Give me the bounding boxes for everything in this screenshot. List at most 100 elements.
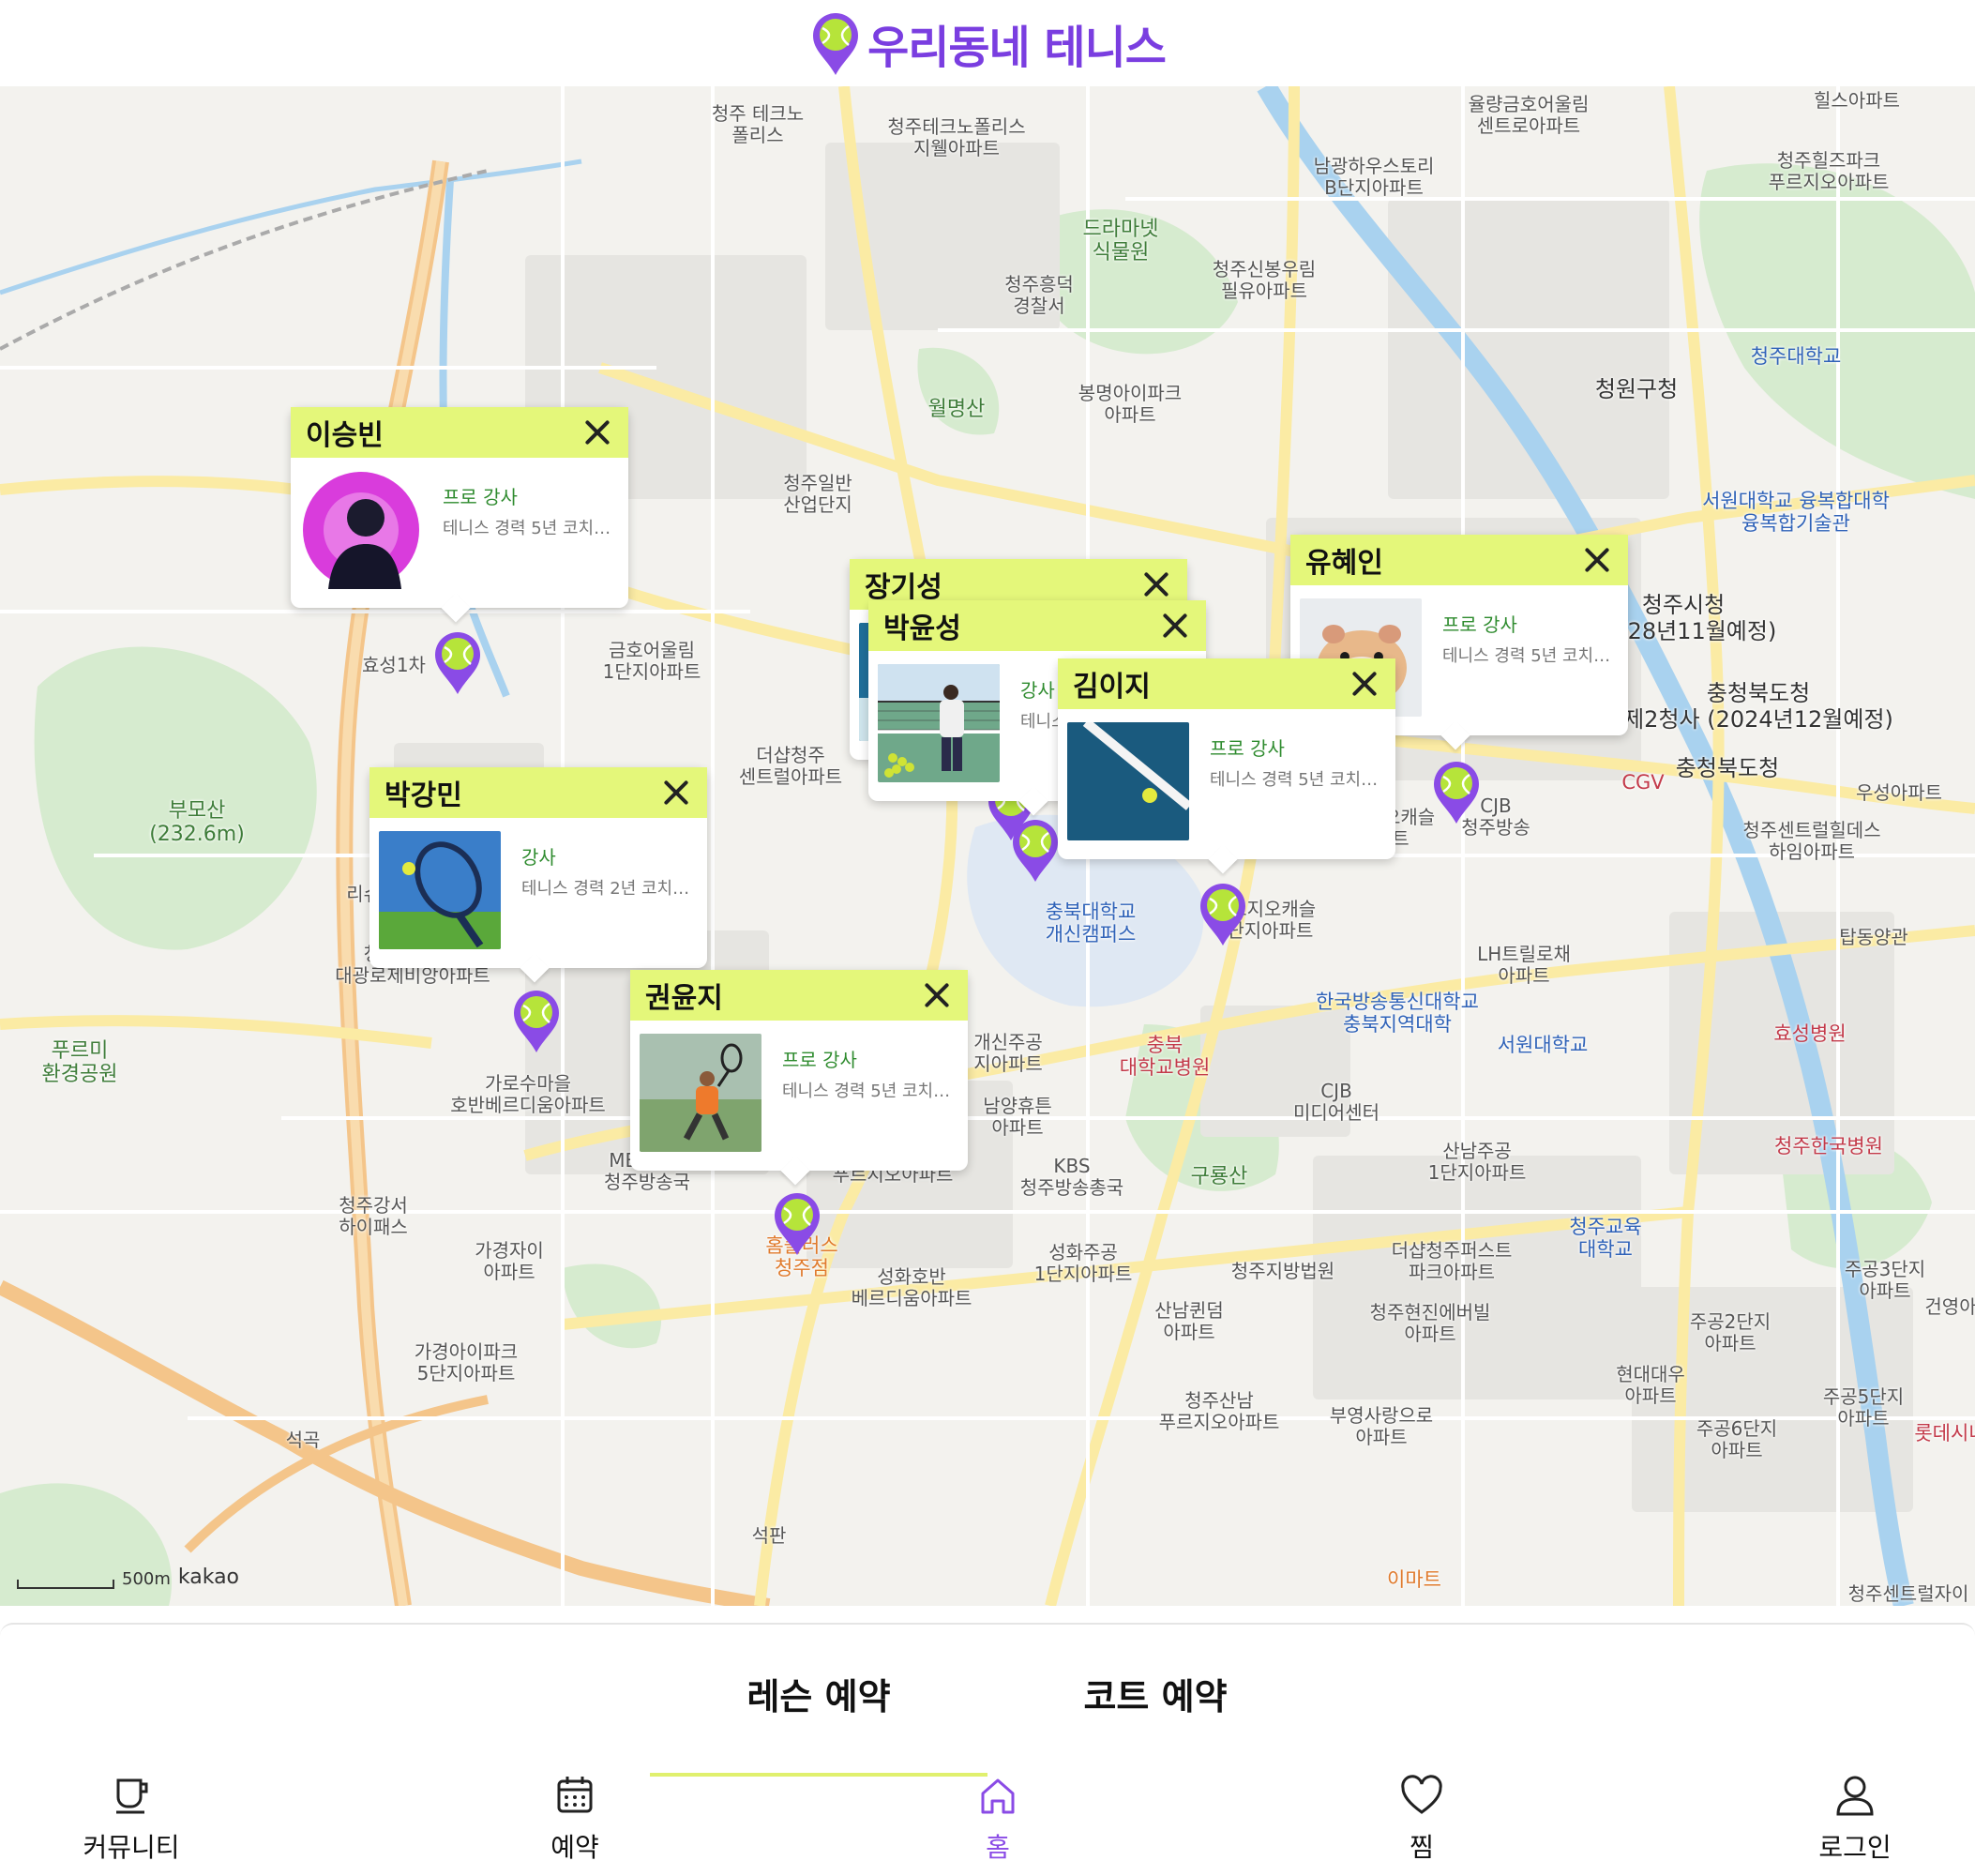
coach-role: 프로 강사: [782, 1049, 857, 1071]
coach-role: 프로 강사: [1210, 737, 1285, 760]
map-place-label: 서원대학교: [1497, 1034, 1589, 1056]
bottom-nav: 커뮤니티 예약 홈 찜 로그인: [0, 1773, 1975, 1876]
map-place-label: 부모산 (232.6m): [149, 799, 245, 847]
map-place-label: 탑동양관: [1839, 926, 1908, 948]
map-place-label: 율량금호어울림 센트로아파트: [1468, 93, 1590, 137]
coach-popup-lee[interactable]: 이승빈프로 강사테니스 경력 5년 코치의...: [291, 407, 628, 623]
coach-info: 프로 강사테니스 경력 5년 코치의...: [443, 471, 621, 539]
map-place-label: 주공6단지 아파트: [1696, 1417, 1778, 1461]
coach-name: 박강민: [384, 779, 462, 812]
coach-description: 테니스 경력 5년 코치의...: [443, 519, 621, 538]
coach-photo: [1067, 722, 1189, 840]
coach-popup-kwon[interactable]: 권윤지프로 강사테니스 경력 5년 코치의...: [630, 970, 968, 1186]
map-place-label: 청원구청: [1594, 376, 1679, 402]
map-provider: kakao: [177, 1566, 240, 1589]
map-place-label: 남광하우스토리 B단지아파트: [1313, 155, 1435, 199]
app-title: 우리동네 테니스: [867, 22, 1167, 74]
coach-photo: [640, 1034, 761, 1152]
map-place-label: 충북 대학교병원: [1119, 1034, 1211, 1080]
map-place-label: 청주흥덕 경찰서: [1004, 273, 1074, 317]
tennis-pin-icon[interactable]: [1009, 816, 1062, 884]
nav-booking-label: 예약: [550, 1832, 599, 1863]
map-place-label: 청주한국병원: [1774, 1135, 1883, 1157]
nav-community-label: 커뮤니티: [83, 1832, 180, 1863]
map-place-label: 금호어울림 1단지아파트: [602, 639, 701, 683]
map-place-label: 가경자이 아파트: [475, 1239, 544, 1283]
booking-tabs: 레슨 예약 코트 예약: [0, 1662, 1975, 1777]
map-place-label: 한국방송통신대학교 충북지역대학: [1316, 991, 1479, 1036]
nav-home[interactable]: 홈: [913, 1773, 1082, 1865]
close-icon[interactable]: [580, 415, 615, 450]
coach-description: 테니스 경력 2년 코치의...: [521, 879, 700, 899]
map-place-label: 산남주공 1단지아파트: [1427, 1140, 1527, 1184]
coach-name: 권윤지: [645, 982, 723, 1015]
bottom-panel: 레슨 예약 코트 예약 커뮤니티 예약 홈 찜 로그인: [0, 1623, 1975, 1874]
close-icon[interactable]: [1347, 666, 1382, 702]
map-place-label: KBS 청주방송총국: [1019, 1155, 1124, 1199]
close-icon[interactable]: [1579, 542, 1615, 578]
coach-role: 프로 강사: [443, 486, 518, 508]
map-place-label: 청주신봉우림 필유아파트: [1212, 258, 1317, 302]
close-icon[interactable]: [1157, 608, 1193, 643]
map-place-label: 힐스아파트: [1814, 89, 1900, 112]
map-place-label: 석판: [751, 1524, 787, 1547]
map-place-label: 서원대학교 융복합대학 융복합기술관: [1702, 490, 1890, 536]
nav-favorites[interactable]: 찜: [1337, 1773, 1506, 1865]
coach-popup-park-kang[interactable]: 박강민 강사 테니스 경력 2년 코치의...: [369, 767, 707, 983]
coach-popup-kim[interactable]: 김이지프로 강사테니스 경력 5년 코치의...: [1058, 658, 1395, 874]
nav-login-label: 로그인: [1818, 1832, 1892, 1863]
map-place-label: 월명산: [927, 398, 986, 421]
map-scale: 500m kakao: [17, 1566, 239, 1589]
map-place-label: 현대대우 아파트: [1616, 1363, 1685, 1407]
nav-community[interactable]: 커뮤니티: [47, 1773, 216, 1865]
close-icon[interactable]: [1138, 567, 1174, 602]
map-place-label: CJB 미디어센터: [1293, 1080, 1379, 1124]
coach-photo: [379, 831, 501, 949]
popup-header: 박윤성: [868, 600, 1206, 651]
map-place-label: 부영사랑으로 아파트: [1329, 1404, 1434, 1448]
coach-name: 박윤성: [883, 613, 961, 645]
popup-header: 이승빈: [291, 407, 628, 458]
map-place-label: 성화주공 1단지아파트: [1033, 1241, 1133, 1285]
popup-header: 권윤지: [630, 970, 968, 1021]
map-place-label: 남양휴튼 아파트: [983, 1095, 1052, 1139]
close-icon[interactable]: [919, 977, 955, 1013]
map-place-label: 충청북도청: [1675, 755, 1780, 781]
coach-name: 김이지: [1073, 671, 1151, 704]
map-place-label: 효성병원: [1773, 1022, 1847, 1045]
map-place-label: 청주지방법원: [1230, 1260, 1335, 1282]
app-logo[interactable]: 우리동네 테니스: [809, 9, 1167, 77]
map-place-label: 청주강서 하이패스: [339, 1194, 408, 1238]
coach-role: 프로 강사: [1442, 613, 1517, 636]
tab-court-booking[interactable]: 코트 예약: [987, 1662, 1324, 1719]
map-place-label: 청주센트럴자이: [1847, 1582, 1969, 1605]
coach-info: 프로 강사테니스 경력 5년 코치의...: [782, 1034, 960, 1102]
map-place-label: 봉명아이파크 아파트: [1078, 382, 1183, 426]
coach-name: 이승빈: [306, 419, 384, 452]
tennis-pin-icon[interactable]: [1197, 880, 1249, 947]
map-place-label: 청주 테크노 폴리스: [711, 102, 805, 146]
coach-description: 테니스 경력 5년 코치의...: [1210, 770, 1388, 790]
close-icon[interactable]: [658, 775, 694, 810]
popup-body: 프로 강사테니스 경력 5년 코치의...: [630, 1021, 968, 1171]
map-place-label: 청주힐즈파크 푸르지오아파트: [1768, 149, 1890, 193]
map-view[interactable]: 청주 테크노 폴리스 청주테크노폴리스 지웰아파트 율량금호어울림 센트로아파트 힐스아파트…: [0, 86, 1975, 1606]
map-place-label: 석곡: [285, 1429, 321, 1451]
nav-booking[interactable]: 예약: [490, 1773, 659, 1865]
coach-description: 테니스 경력 5년 코치의...: [782, 1082, 960, 1101]
tennis-pin-icon[interactable]: [771, 1189, 823, 1257]
popup-body: 프로 강사테니스 경력 5년 코치의...: [1058, 709, 1395, 859]
coach-info: 프로 강사테니스 경력 5년 코치의...: [1210, 722, 1388, 791]
tab-lesson-booking[interactable]: 레슨 예약: [650, 1662, 988, 1719]
tennis-pin-icon[interactable]: [510, 987, 563, 1054]
map-place-label: 청주현진에버빌 아파트: [1369, 1301, 1491, 1345]
tennis-pin-icon[interactable]: [431, 628, 484, 696]
nav-login[interactable]: 로그인: [1771, 1773, 1939, 1865]
map-place-label: 가로수마을 호반베르디움아파트: [450, 1072, 606, 1116]
map-place-label: 개신주공 지아파트: [973, 1031, 1043, 1075]
map-place-label: 청주일반 산업단지: [783, 472, 852, 516]
tennis-pin-icon[interactable]: [1430, 758, 1483, 825]
coach-name: 장기성: [865, 571, 942, 604]
map-place-label: 효성1차: [362, 654, 426, 676]
map-place-label: 드라마넷 식물원: [1082, 218, 1159, 265]
